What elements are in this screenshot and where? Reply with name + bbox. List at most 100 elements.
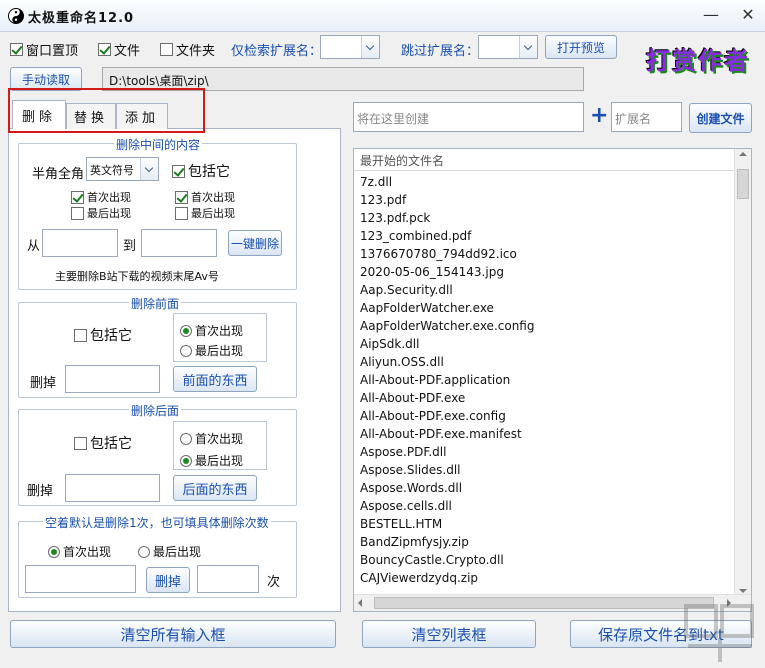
checkbox-checked-icon xyxy=(172,164,185,178)
delete-count-title: 空着默认是删除1次，也可填具体删除次数 xyxy=(43,514,271,531)
minimize-button[interactable]: — xyxy=(700,4,722,26)
front-last-label: 最后出现 xyxy=(195,344,244,358)
checkbox-unchecked-icon xyxy=(74,436,87,450)
title-bar: 太极重命名12.0 — ✕ xyxy=(0,0,765,32)
scroll-left-icon[interactable] xyxy=(358,599,362,607)
checkbox-checked-icon xyxy=(175,190,188,204)
chevron-down-icon[interactable] xyxy=(361,36,379,58)
list-item[interactable]: BandZipmfysjy.zip xyxy=(354,533,735,551)
list-item[interactable]: BESTELL.HTM xyxy=(354,515,735,533)
only-ext-combo[interactable] xyxy=(320,35,380,59)
list-item[interactable]: All-About-PDF.exe xyxy=(354,389,735,407)
scroll-down-icon[interactable] xyxy=(739,589,747,593)
back-delete-input[interactable] xyxy=(65,474,160,502)
vertical-scrollbar[interactable] xyxy=(734,149,751,596)
scroll-up-icon[interactable] xyxy=(739,152,747,156)
list-item[interactable]: 123.pdf.pck xyxy=(354,209,735,227)
window-top-checkbox[interactable]: 窗口置顶 xyxy=(10,40,78,59)
list-item[interactable]: Aspose.Slides.dll xyxy=(354,461,735,479)
list-item[interactable]: 123_combined.pdf xyxy=(354,227,735,245)
open-preview-button[interactable]: 打开预览 xyxy=(545,35,617,59)
middle-include-label: 包括它 xyxy=(188,164,230,180)
back-include-checkbox[interactable]: 包括它 xyxy=(74,433,132,453)
list-item[interactable]: 123.pdf xyxy=(354,191,735,209)
back-last-radio[interactable]: 最后出现 xyxy=(180,452,243,469)
list-item[interactable]: Aliyun.OSS.dll xyxy=(354,353,735,371)
radio-unselected-icon xyxy=(138,545,150,558)
checkbox-checked-icon xyxy=(98,43,111,56)
half-full-combo[interactable]: 英文符号 xyxy=(86,157,159,181)
list-item[interactable]: 1376670780_794dd92.ico xyxy=(354,245,735,263)
list-item[interactable]: BouncyCastle.Crypto.dll xyxy=(354,551,735,569)
middle-last-left-checkbox[interactable]: 最后出现 xyxy=(71,205,131,221)
front-include-checkbox[interactable]: 包括它 xyxy=(74,325,132,345)
highlight-box xyxy=(8,88,205,133)
clear-inputs-button[interactable]: 清空所有输入框 xyxy=(10,620,336,648)
folder-checkbox[interactable]: 文件夹 xyxy=(160,40,215,59)
half-full-label: 半角全角 xyxy=(32,167,85,182)
list-item[interactable]: 7z.dll xyxy=(354,173,735,191)
only-ext-label: 仅检索扩展名： xyxy=(231,44,323,59)
middle-first-right-checkbox[interactable]: 首次出现 xyxy=(175,189,235,205)
window-top-label: 窗口置顶 xyxy=(26,44,79,59)
hscroll-thumb[interactable] xyxy=(374,597,714,609)
create-file-button[interactable]: 创建文件 xyxy=(689,103,752,133)
chevron-down-icon[interactable] xyxy=(140,158,158,180)
list-item[interactable]: AapFolderWatcher.exe xyxy=(354,299,735,317)
scroll-thumb[interactable] xyxy=(737,169,749,199)
list-item[interactable]: Aap.Security.dll xyxy=(354,281,735,299)
front-last-radio[interactable]: 最后出现 xyxy=(180,342,243,359)
chevron-down-icon[interactable] xyxy=(519,36,537,58)
create-name-input[interactable]: 将在这里创建 xyxy=(353,102,584,132)
back-delete-button[interactable]: 后面的东西 xyxy=(173,475,257,501)
list-item[interactable]: AapFolderWatcher.exe.config xyxy=(354,317,735,335)
count-text-input[interactable] xyxy=(25,565,136,593)
count-delete-button[interactable]: 删掉 xyxy=(146,567,190,593)
checkbox-unchecked-icon xyxy=(71,206,84,220)
middle-first-left-checkbox[interactable]: 首次出现 xyxy=(71,189,131,205)
ext-placeholder: 扩展名 xyxy=(615,112,652,126)
times-label: 次 xyxy=(267,575,281,590)
checkbox-unchecked-icon xyxy=(74,328,87,342)
front-delete-button[interactable]: 前面的东西 xyxy=(173,366,257,392)
list-item[interactable]: Aspose.PDF.dll xyxy=(354,443,735,461)
front-first-radio[interactable]: 首次出现 xyxy=(180,322,243,339)
count-last-radio[interactable]: 最后出现 xyxy=(138,543,201,560)
middle-first-left-label: 首次出现 xyxy=(87,191,131,204)
count-times-input[interactable] xyxy=(197,565,259,593)
file-label: 文件 xyxy=(114,44,141,59)
list-item[interactable]: All-About-PDF.exe.manifest xyxy=(354,425,735,443)
middle-include-checkbox[interactable]: 包括它 xyxy=(172,161,230,181)
window-title: 太极重命名12.0 xyxy=(28,11,135,26)
list-item[interactable]: CAJViewerdzydq.zip xyxy=(354,569,735,587)
list-item[interactable]: 2020-05-06_154143.jpg xyxy=(354,263,735,281)
skip-ext-combo[interactable] xyxy=(478,35,538,59)
list-item[interactable]: Aspose.cells.dll xyxy=(354,497,735,515)
donate-author-logo[interactable]: 打赏作者 xyxy=(646,41,754,77)
back-last-label: 最后出现 xyxy=(195,454,244,468)
front-include-label: 包括它 xyxy=(90,328,132,344)
count-last-label: 最后出现 xyxy=(153,545,202,559)
front-delete-input[interactable] xyxy=(65,365,160,393)
list-item[interactable]: All-About-PDF.exe.config xyxy=(354,407,735,425)
file-checkbox[interactable]: 文件 xyxy=(98,40,140,59)
back-delete-label: 删掉 xyxy=(27,484,54,499)
skip-ext-label: 跳过扩展名： xyxy=(401,44,480,59)
list-item[interactable]: AipSdk.dll xyxy=(354,335,735,353)
middle-last-right-checkbox[interactable]: 最后出现 xyxy=(175,205,235,221)
app-window: 太极重命名12.0 — ✕ 窗口置顶 文件 文件夹 仅检索扩展名： 跳过扩展名：… xyxy=(0,0,765,668)
close-button[interactable]: ✕ xyxy=(737,4,759,26)
radio-unselected-icon xyxy=(180,432,192,445)
front-delete-label: 删掉 xyxy=(30,376,57,391)
from-input[interactable] xyxy=(42,229,118,257)
count-first-radio[interactable]: 首次出现 xyxy=(48,543,111,560)
to-input[interactable] xyxy=(141,229,217,257)
file-list[interactable]: 最开始的文件名 7z.dll 123.pdf 123.pdf.pck 123_comb… xyxy=(353,148,752,612)
clear-list-button[interactable]: 清空列表框 xyxy=(362,620,536,648)
back-first-radio[interactable]: 首次出现 xyxy=(180,430,243,447)
back-first-label: 首次出现 xyxy=(195,432,244,446)
list-item[interactable]: Aspose.Words.dll xyxy=(354,479,735,497)
one-key-delete-button[interactable]: 一键删除 xyxy=(228,230,282,256)
list-item[interactable]: All-About-PDF.application xyxy=(354,371,735,389)
ext-input[interactable]: 扩展名 xyxy=(611,102,682,132)
